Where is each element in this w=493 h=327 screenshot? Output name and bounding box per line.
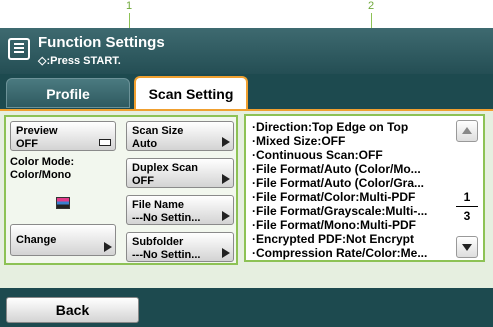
color-mode-value: Color/Mono	[10, 169, 72, 181]
arrow-right-icon	[104, 242, 112, 252]
scroll-down-button[interactable]	[456, 236, 478, 258]
list-item: ·File Format/Auto (Color/Gra...	[252, 176, 425, 190]
back-button[interactable]: Back	[6, 297, 139, 323]
arrow-right-icon	[222, 137, 230, 147]
scroll-up-button[interactable]	[456, 120, 478, 142]
page-total: 3	[463, 209, 471, 223]
file-name-value: ---No Settin...	[132, 212, 201, 224]
list-item: ·File Format/Grayscale:Multi-...	[252, 204, 428, 218]
callout-1: 1	[126, 0, 133, 12]
list-item: ·File Format/Mono:Multi-PDF	[252, 218, 416, 232]
page-title: Function Settings	[38, 34, 165, 51]
duplex-scan-label: Duplex Scan	[132, 162, 199, 174]
duplex-scan-button[interactable]: Duplex Scan OFF	[126, 158, 234, 188]
file-name-button[interactable]: File Name ---No Settin...	[126, 195, 234, 225]
arrow-right-icon	[222, 248, 230, 258]
arrow-right-icon	[222, 211, 230, 221]
scroll-down-icon	[462, 244, 472, 251]
preview-label: Preview	[16, 125, 58, 137]
duplex-scan-value: OFF	[132, 175, 154, 187]
change-button[interactable]: Change	[10, 224, 116, 256]
preview-button[interactable]: Preview OFF	[10, 121, 116, 151]
title-bar: Function Settings ◇:Press START.	[0, 28, 493, 74]
file-name-label: File Name	[132, 199, 184, 211]
page-divider	[456, 206, 478, 207]
start-hint: ◇:Press START.	[38, 55, 121, 67]
scan-size-button[interactable]: Scan Size Auto	[126, 121, 234, 151]
change-label: Change	[16, 234, 57, 246]
list-item: ·Continuous Scan:OFF	[252, 148, 383, 162]
subfolder-value: ---No Settin...	[132, 249, 201, 261]
page-current: 1	[463, 190, 471, 204]
list-item: ·File Format/Color:Multi-PDF	[252, 190, 416, 204]
scan-size-label: Scan Size	[132, 125, 184, 137]
callout-2: 2	[368, 0, 375, 12]
color-mode-label: Color Mode:	[10, 156, 75, 168]
list-item: ·Mixed Size:OFF	[252, 134, 346, 148]
subfolder-label: Subfolder	[132, 236, 184, 248]
preview-toggle-icon	[99, 139, 111, 146]
scan-size-value: Auto	[132, 138, 158, 150]
list-item: ·Direction:Top Edge on Top	[252, 120, 409, 134]
list-item: ·Compression Rate/Color:Me...	[252, 246, 428, 260]
color-mode-icon	[56, 197, 70, 209]
arrow-right-icon	[222, 174, 230, 184]
list-item: ·Encrypted PDF:Not Encrypt	[252, 232, 415, 246]
settings-summary-list: ·Direction:Top Edge on Top ·Mixed Size:O…	[244, 114, 485, 262]
scroll-up-icon	[462, 127, 472, 134]
tab-profile[interactable]: Profile	[6, 78, 130, 108]
subfolder-button[interactable]: Subfolder ---No Settin...	[126, 232, 234, 262]
list-item: ·File Format/Auto (Color/Mo...	[252, 162, 421, 176]
list-menu-icon	[8, 38, 30, 60]
tab-scan-setting[interactable]: Scan Setting	[134, 76, 248, 110]
